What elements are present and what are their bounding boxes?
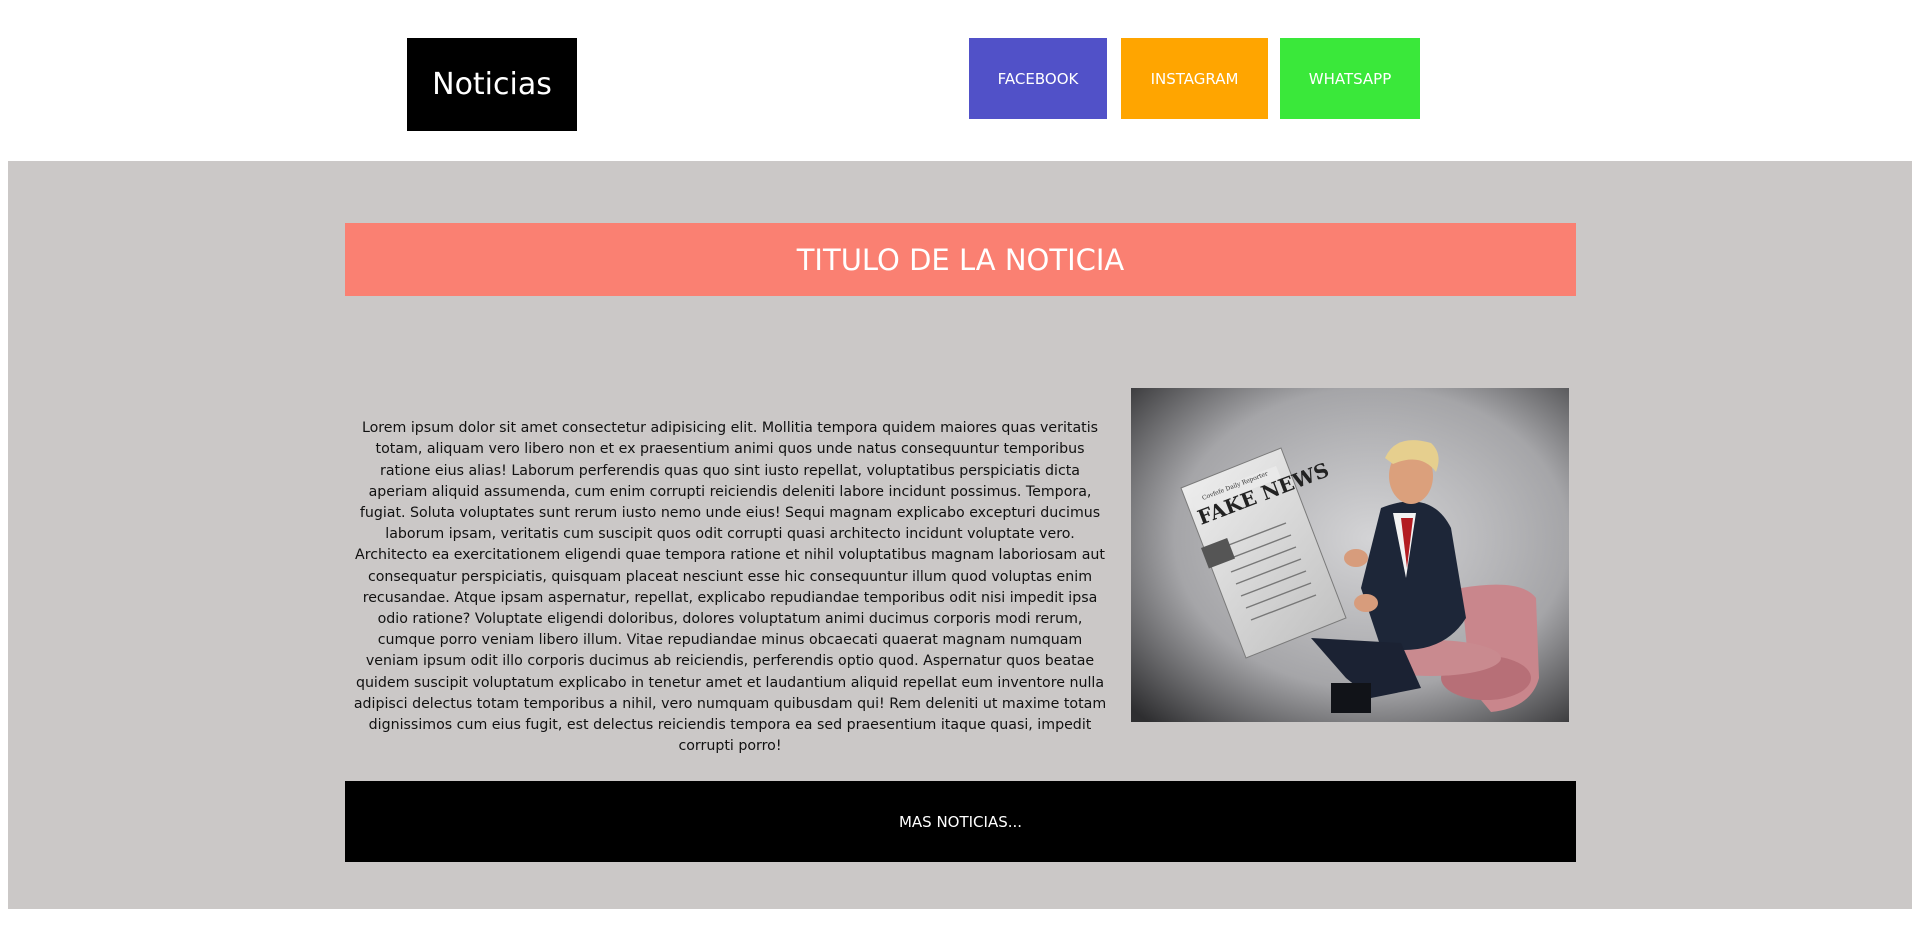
news-body-text: Lorem ipsum dolor sit amet consectetur a…	[353, 420, 1107, 755]
facebook-button[interactable]: FACEBOOK	[969, 38, 1107, 119]
site-logo[interactable]: Noticias	[407, 38, 577, 131]
whatsapp-button[interactable]: WHATSAPP	[1280, 38, 1420, 119]
news-section: TITULO DE LA NOTICIA Lorem ipsum dolor s…	[8, 161, 1912, 909]
more-news-link[interactable]: MAS NOTICIAS...	[899, 813, 1022, 831]
instagram-button[interactable]: INSTAGRAM	[1121, 38, 1268, 119]
news-title: TITULO DE LA NOTICIA	[796, 242, 1125, 277]
news-image: Covfefe Daily Reporter FAKE NEWS	[1131, 388, 1569, 722]
site-logo-text: Noticias	[432, 67, 552, 102]
more-news-bar: MAS NOTICIAS...	[345, 781, 1576, 862]
news-title-bar: TITULO DE LA NOTICIA	[345, 223, 1576, 296]
news-photo-illustration: Covfefe Daily Reporter FAKE NEWS	[1131, 388, 1569, 722]
